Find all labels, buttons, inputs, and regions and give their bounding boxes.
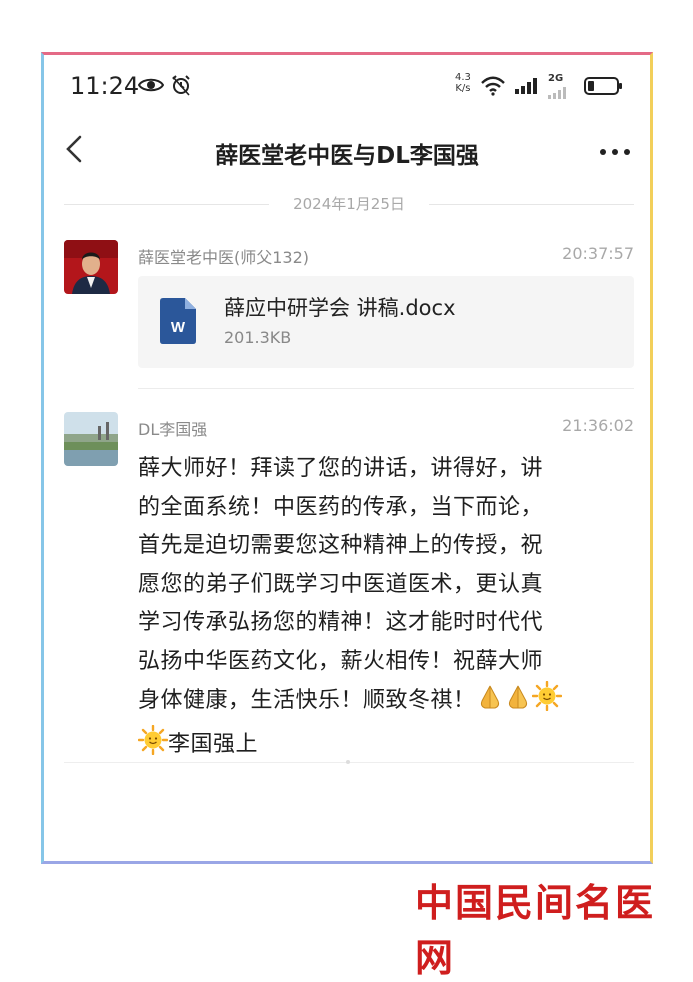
message-line: 身体健康，生活快乐！顺致冬祺！	[138, 688, 476, 713]
folded-hands-icon	[476, 683, 504, 725]
message-line: 的全面系统！中医药的传承，当下而论，	[138, 494, 544, 520]
message-file: 薛医堂老中医(师父132) 20:37:57 W 薛应中研学会 讲稿.docx …	[64, 240, 634, 380]
more-dots-icon[interactable]	[598, 140, 632, 164]
message-line: 首先是迫切需要您这种精神上的传授，祝	[138, 533, 544, 558]
file-size: 201.3KB	[224, 328, 292, 347]
signal-icon	[515, 78, 539, 98]
message-line-last: 身体健康，生活快乐！顺致冬祺！	[138, 680, 638, 725]
message-text: DL李国强 21:36:02 薛大师好！拜读了您的讲话，讲得好，讲 的全面系统！…	[64, 412, 634, 757]
signal-icon-2	[548, 84, 568, 103]
signoff-text: 李国强上	[168, 731, 259, 757]
watermark: 中国民间名医网	[415, 880, 656, 980]
net-speed-value: 4.3	[455, 72, 471, 83]
sender-name: 薛医堂老中医(师父132)	[138, 248, 310, 267]
sun-face-icon	[531, 680, 562, 725]
net-speed: 4.3 K/s	[455, 72, 471, 94]
bottom-dot	[346, 760, 350, 764]
message-line: 弘扬中华医药文化，薪火相传！祝薛大师	[138, 648, 544, 674]
avatar-landscape[interactable]	[64, 412, 118, 466]
wifi-icon	[480, 76, 506, 100]
folded-hands-icon	[504, 683, 532, 725]
message-line: 愿您的弟子们既学习中医道医术，更认真	[138, 571, 544, 597]
date-separator: 2024年1月25日	[64, 193, 634, 215]
battery-icon	[584, 76, 624, 100]
chat-header: 薛医堂老中医与DL李国强	[44, 122, 650, 178]
message-line: 薛大师好！拜读了您的讲话，讲得好，讲	[138, 456, 544, 481]
file-name: 薛应中研学会 讲稿.docx	[224, 296, 456, 320]
network-type: 2G	[548, 73, 564, 84]
eye-icon	[137, 76, 165, 98]
net-speed-unit: K/s	[455, 83, 471, 94]
date-separator-line-right	[429, 204, 634, 205]
word-doc-icon: W	[160, 298, 196, 348]
sender-name: DL李国强	[138, 420, 208, 439]
status-bar: 11:24 4.3 K/s 2G	[70, 70, 630, 104]
message-body: 薛大师好！拜读了您的讲话，讲得好，讲 的全面系统！中医药的传承，当下而论， 首先…	[137, 450, 638, 768]
message-line: 学习传承弘扬您的精神！这才能时时代代	[138, 610, 544, 635]
svg-text:W: W	[171, 319, 186, 336]
avatar[interactable]	[64, 240, 118, 294]
message-time: 21:36:02	[562, 416, 634, 435]
file-attachment[interactable]: W 薛应中研学会 讲稿.docx 201.3KB	[138, 276, 634, 368]
message-time: 20:37:57	[562, 244, 634, 263]
message-divider	[138, 388, 634, 389]
chat-title: 薛医堂老中医与DL李国强	[215, 143, 479, 169]
status-time: 11:24	[70, 72, 140, 100]
alarm-icon	[170, 74, 192, 100]
